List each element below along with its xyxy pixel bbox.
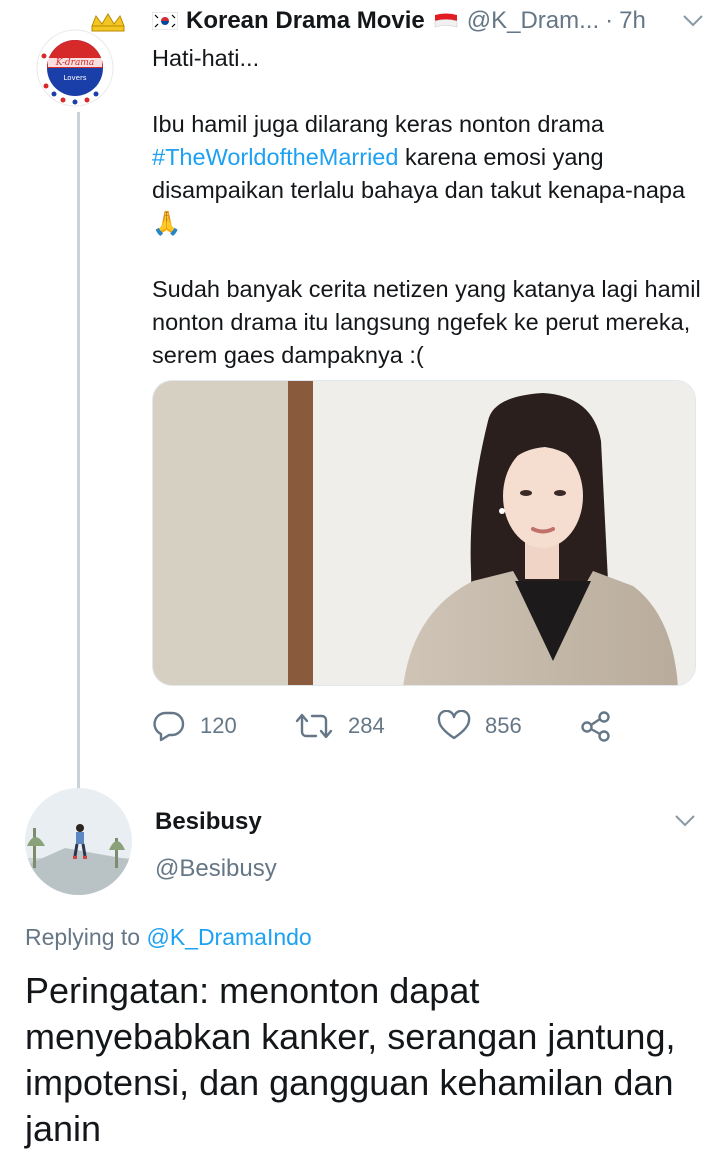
svg-text:Lovers: Lovers [63, 74, 86, 82]
tweet-header: Korean Drama Movie @K_Dram... · 7h [152, 0, 704, 42]
reply-text: Peringatan: menonton dapat menyebabkan k… [25, 970, 676, 1149]
k-drama-logo: K-drama Lovers [36, 13, 125, 107]
heart-icon [437, 710, 471, 740]
tweet[interactable]: Korean Drama Movie @K_Dram... · 7h Hati-… [152, 0, 704, 372]
tweet-actions: 120 284 856 [152, 704, 622, 748]
chevron-down-icon[interactable] [682, 14, 704, 28]
author-name[interactable]: Korean Drama Movie [186, 7, 425, 35]
replying-to: Replying to @K_DramaIndo [25, 924, 312, 950]
separator: · [605, 7, 614, 34]
reply-count: 120 [200, 713, 237, 738]
hashtag-link[interactable]: #TheWorldoftheMarried [152, 144, 398, 170]
photo [153, 381, 695, 685]
indonesia-flag-icon [434, 13, 458, 28]
tweet-paragraph: Ibu hamil juga dilarang keras nonton dra… [152, 111, 686, 236]
reply-icon [153, 711, 185, 742]
retweet-count: 284 [348, 713, 385, 738]
replying-to-mention[interactable]: @K_DramaIndo [146, 924, 311, 950]
like-button[interactable]: 856 [437, 704, 522, 748]
timestamp[interactable]: 7h [619, 7, 646, 35]
svg-text:K-drama: K-drama [55, 58, 94, 68]
tweet-paragraph: Sudah banyak cerita netizen yang katanya… [152, 276, 701, 368]
reply-author-name[interactable]: Besibusy [155, 808, 262, 836]
chevron-down-icon[interactable] [674, 814, 696, 828]
reply-author-avatar[interactable] [25, 788, 132, 895]
retweet-icon [295, 713, 333, 739]
reply-author-handle[interactable]: @Besibusy [155, 855, 277, 883]
tweet-text: Hati-hati... Ibu hamil juga dilarang ker… [152, 42, 704, 372]
like-count: 856 [485, 713, 522, 738]
korea-flag-icon [152, 12, 178, 30]
share-button[interactable] [580, 704, 626, 748]
reply-button[interactable]: 120 [152, 704, 237, 748]
author-avatar[interactable]: K-drama Lovers [30, 12, 130, 112]
tweet-media-image[interactable] [152, 380, 696, 686]
retweet-button[interactable]: 284 [294, 704, 385, 748]
thread-line [77, 112, 80, 790]
author-handle[interactable]: @K_Dram... [467, 7, 599, 35]
tweet-text-line: Hati-hati... [152, 45, 260, 71]
share-icon [581, 711, 610, 742]
avatar-photo [25, 788, 132, 895]
